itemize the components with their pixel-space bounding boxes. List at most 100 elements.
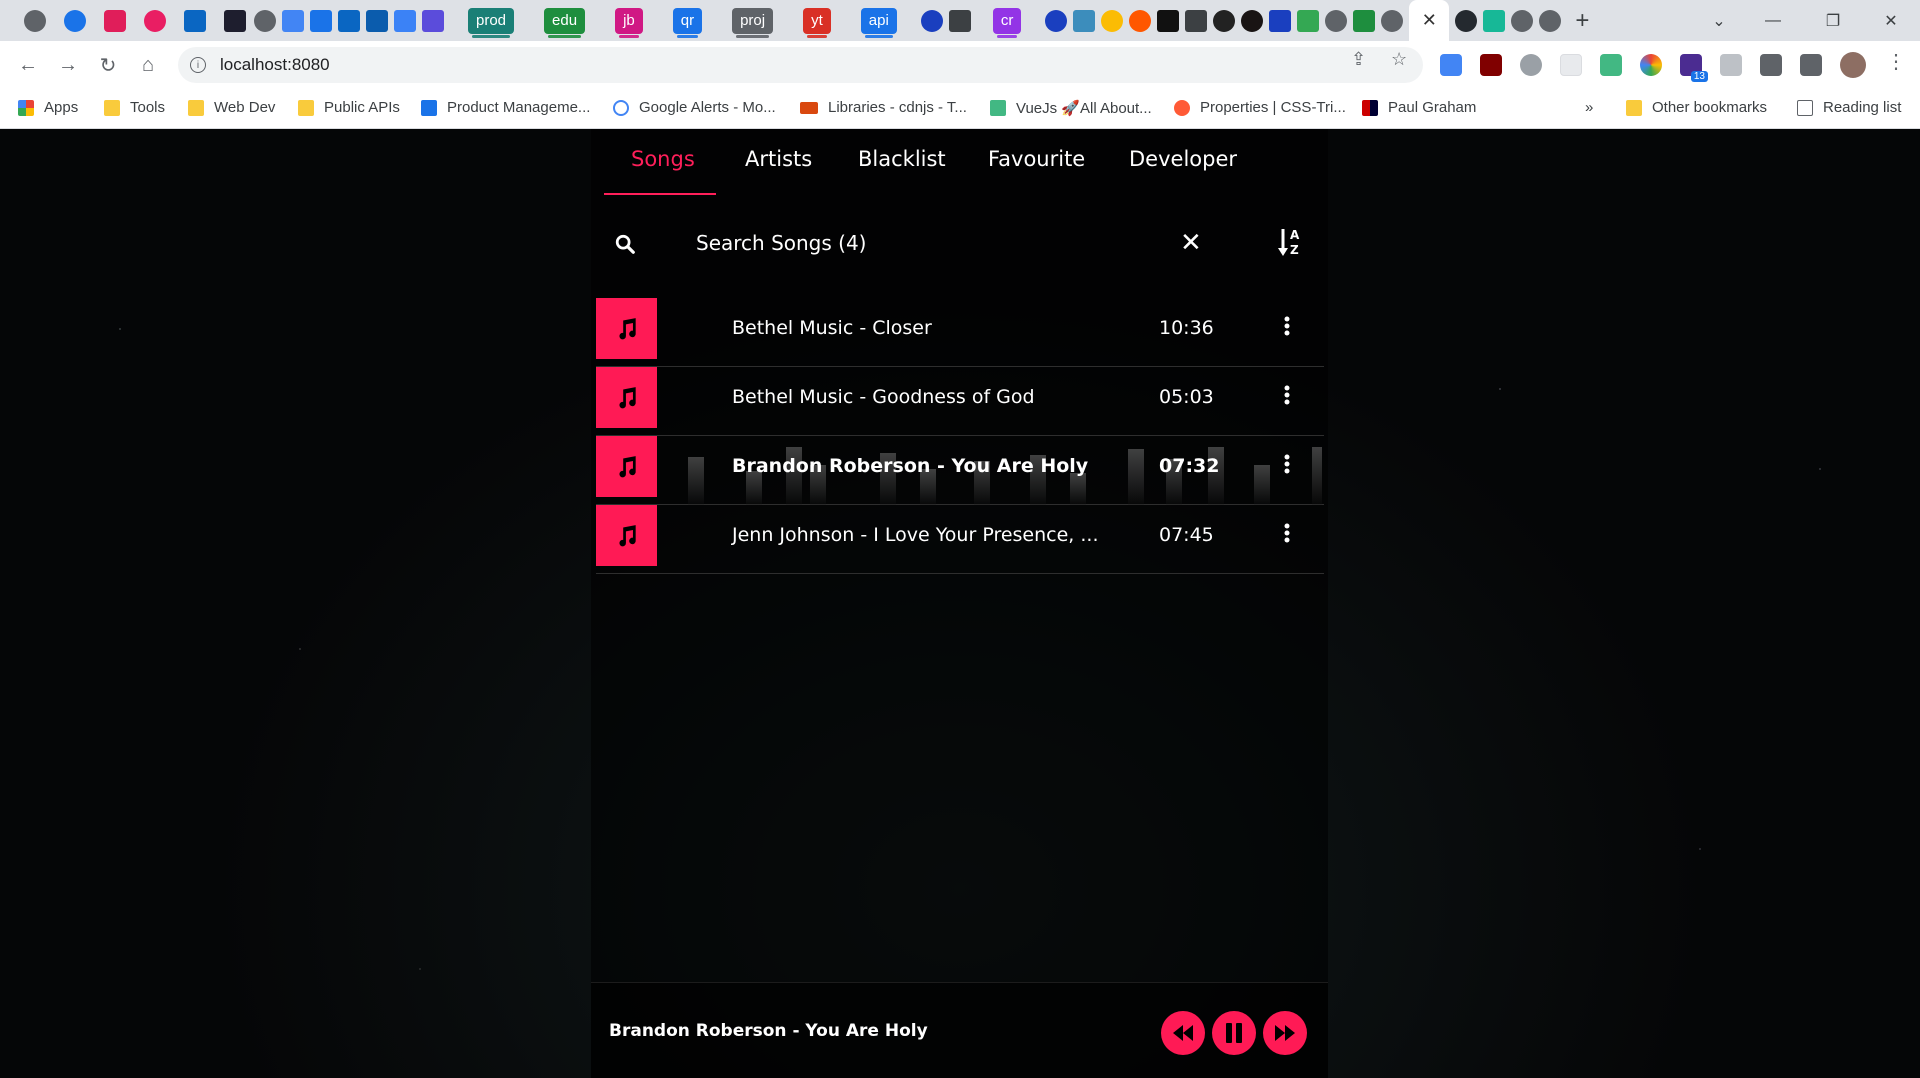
reading-list[interactable]: Reading list: [1797, 99, 1901, 116]
tab-favicon-icon[interactable]: [144, 9, 166, 32]
bookmark-google-alerts[interactable]: Google Alerts - Mo...: [613, 99, 776, 116]
song-row[interactable]: Bethel Music - Closer 10:36: [596, 298, 1324, 367]
search-input[interactable]: [696, 225, 1146, 261]
docs-icon[interactable]: [282, 9, 304, 32]
bookmark-folder-tools[interactable]: Tools: [104, 99, 165, 116]
bookmark-apps[interactable]: Apps: [18, 99, 78, 116]
github-icon[interactable]: [1455, 9, 1478, 32]
tab-favicon-icon[interactable]: [1353, 9, 1376, 32]
tab-favicon-icon[interactable]: [224, 9, 246, 32]
reddit-icon[interactable]: [1129, 9, 1152, 32]
tab-favicon-icon[interactable]: [366, 9, 388, 32]
tab-favicon-icon[interactable]: [254, 9, 276, 32]
tab-favicon-icon[interactable]: [920, 9, 943, 32]
active-tab[interactable]: ✕: [1409, 0, 1450, 41]
tab-favicon-icon[interactable]: [1073, 9, 1096, 32]
tab-favicon-icon[interactable]: [948, 9, 971, 32]
linkedin-icon[interactable]: [184, 9, 206, 32]
tab-favicon-icon[interactable]: [422, 9, 444, 32]
pause-button[interactable]: [1212, 1011, 1256, 1055]
tab-favicon-icon[interactable]: [1483, 9, 1506, 32]
tab-favicon-icon[interactable]: [1269, 9, 1292, 32]
tab-songs[interactable]: Songs: [631, 147, 695, 171]
linkedin-icon[interactable]: [338, 9, 360, 32]
bookmark-vuejs[interactable]: VueJs 🚀All About...: [990, 99, 1152, 117]
close-window-icon[interactable]: ✕: [1868, 0, 1914, 41]
song-row[interactable]: Bethel Music - Goodness of God 05:03: [596, 367, 1324, 436]
search-icon[interactable]: [614, 233, 636, 255]
new-tab-plus-icon[interactable]: +: [1575, 7, 1589, 35]
minimize-icon[interactable]: —: [1750, 0, 1796, 41]
tab-artists[interactable]: Artists: [745, 147, 812, 171]
song-options-icon[interactable]: [1284, 454, 1290, 474]
rewind-button[interactable]: [1161, 1011, 1205, 1055]
tab-group-edu[interactable]: edu: [544, 7, 586, 38]
bookmark-css-tricks[interactable]: Properties | CSS-Tri...: [1174, 99, 1346, 116]
restore-icon[interactable]: ❐: [1810, 0, 1856, 41]
tab-favicon-icon[interactable]: [1185, 9, 1208, 32]
spotify-icon[interactable]: [1241, 9, 1264, 32]
tab-group-qr[interactable]: qr: [672, 7, 703, 38]
url-text[interactable]: localhost:8080: [220, 55, 330, 75]
kebab-menu-icon[interactable]: ⋮: [1886, 49, 1906, 74]
bookmark-folder-public-apis[interactable]: Public APIs: [298, 99, 400, 116]
tab-favicon-icon[interactable]: [1045, 9, 1068, 32]
tab-favicon-icon[interactable]: [1213, 9, 1236, 32]
clear-search-icon[interactable]: ✕: [1180, 229, 1202, 255]
bookmarks-overflow-chevron-icon[interactable]: »: [1585, 99, 1593, 116]
song-options-icon[interactable]: [1284, 523, 1290, 543]
share-icon[interactable]: ⇪: [1351, 49, 1366, 70]
tab-group-proj[interactable]: proj: [732, 7, 774, 38]
song-row-playing[interactable]: Brandon Roberson - You Are Holy 07:32: [596, 436, 1324, 505]
tab-favicon-icon[interactable]: [394, 9, 416, 32]
settings-extension-icon[interactable]: [1520, 54, 1542, 76]
tab-group-yt[interactable]: yt: [803, 7, 831, 38]
translate-extension-icon[interactable]: [1440, 54, 1462, 76]
sort-alpha-icon[interactable]: A Z: [1278, 226, 1304, 258]
fast-forward-button[interactable]: [1263, 1011, 1307, 1055]
profile-avatar[interactable]: [1840, 52, 1866, 78]
tab-group-jb[interactable]: jb: [615, 7, 643, 38]
bookmark-paul-graham[interactable]: Paul Graham: [1362, 99, 1476, 116]
tab-favicon-icon[interactable]: [24, 9, 46, 32]
back-arrow-icon[interactable]: ←: [8, 45, 48, 85]
bookmark-product-management[interactable]: Product Manageme...: [421, 99, 590, 116]
bookmark-cdnjs[interactable]: Libraries - cdnjs - T...: [800, 99, 967, 116]
tab-favicon-icon[interactable]: [1157, 9, 1180, 32]
forward-arrow-icon[interactable]: →: [48, 45, 88, 85]
tab-favicon-icon[interactable]: [1325, 9, 1348, 32]
reload-icon[interactable]: ↻: [88, 45, 128, 85]
bookmark-folder-web-dev[interactable]: Web Dev: [188, 99, 275, 116]
home-icon[interactable]: ⌂: [128, 45, 168, 85]
song-row[interactable]: Jenn Johnson - I Love Your Presence, ...…: [596, 505, 1324, 574]
color-picker-extension-icon[interactable]: [1640, 54, 1662, 76]
song-options-icon[interactable]: [1284, 385, 1290, 405]
tab-blacklist[interactable]: Blacklist: [858, 147, 946, 171]
vue-devtools-icon[interactable]: [1600, 54, 1622, 76]
song-options-icon[interactable]: [1284, 316, 1290, 336]
omnibox[interactable]: i localhost:8080: [178, 47, 1423, 83]
media-queue-icon[interactable]: [1800, 54, 1822, 76]
close-tab-icon[interactable]: ✕: [1422, 10, 1437, 31]
calendar-extension-icon[interactable]: [1560, 54, 1582, 76]
tab-favicon-icon[interactable]: [310, 9, 332, 32]
tab-favourite[interactable]: Favourite: [988, 147, 1085, 171]
graduation-cap-icon[interactable]: 13: [1680, 54, 1708, 82]
tab-favicon-icon[interactable]: [1101, 9, 1124, 32]
tab-developer[interactable]: Developer: [1129, 147, 1237, 171]
slack-icon[interactable]: [104, 9, 126, 32]
tab-group-prod[interactable]: prod: [468, 7, 515, 38]
bookmark-folder-other[interactable]: Other bookmarks: [1626, 99, 1767, 116]
puzzle-extensions-icon[interactable]: [1760, 54, 1782, 76]
tab-favicon-icon[interactable]: [64, 9, 86, 32]
tab-favicon-icon[interactable]: [1381, 9, 1404, 32]
ublock-extension-icon[interactable]: [1480, 54, 1502, 76]
tab-favicon-icon[interactable]: [1297, 9, 1320, 32]
tab-search-chevron-icon[interactable]: ⌄: [1696, 0, 1742, 41]
tab-group-cr[interactable]: cr: [992, 7, 1022, 38]
tab-favicon-icon[interactable]: [1511, 9, 1534, 32]
tab-group-api[interactable]: api: [860, 7, 897, 38]
site-info-icon[interactable]: i: [190, 57, 206, 73]
bookmark-star-icon[interactable]: ☆: [1391, 49, 1407, 70]
tab-favicon-icon[interactable]: [1539, 9, 1562, 32]
